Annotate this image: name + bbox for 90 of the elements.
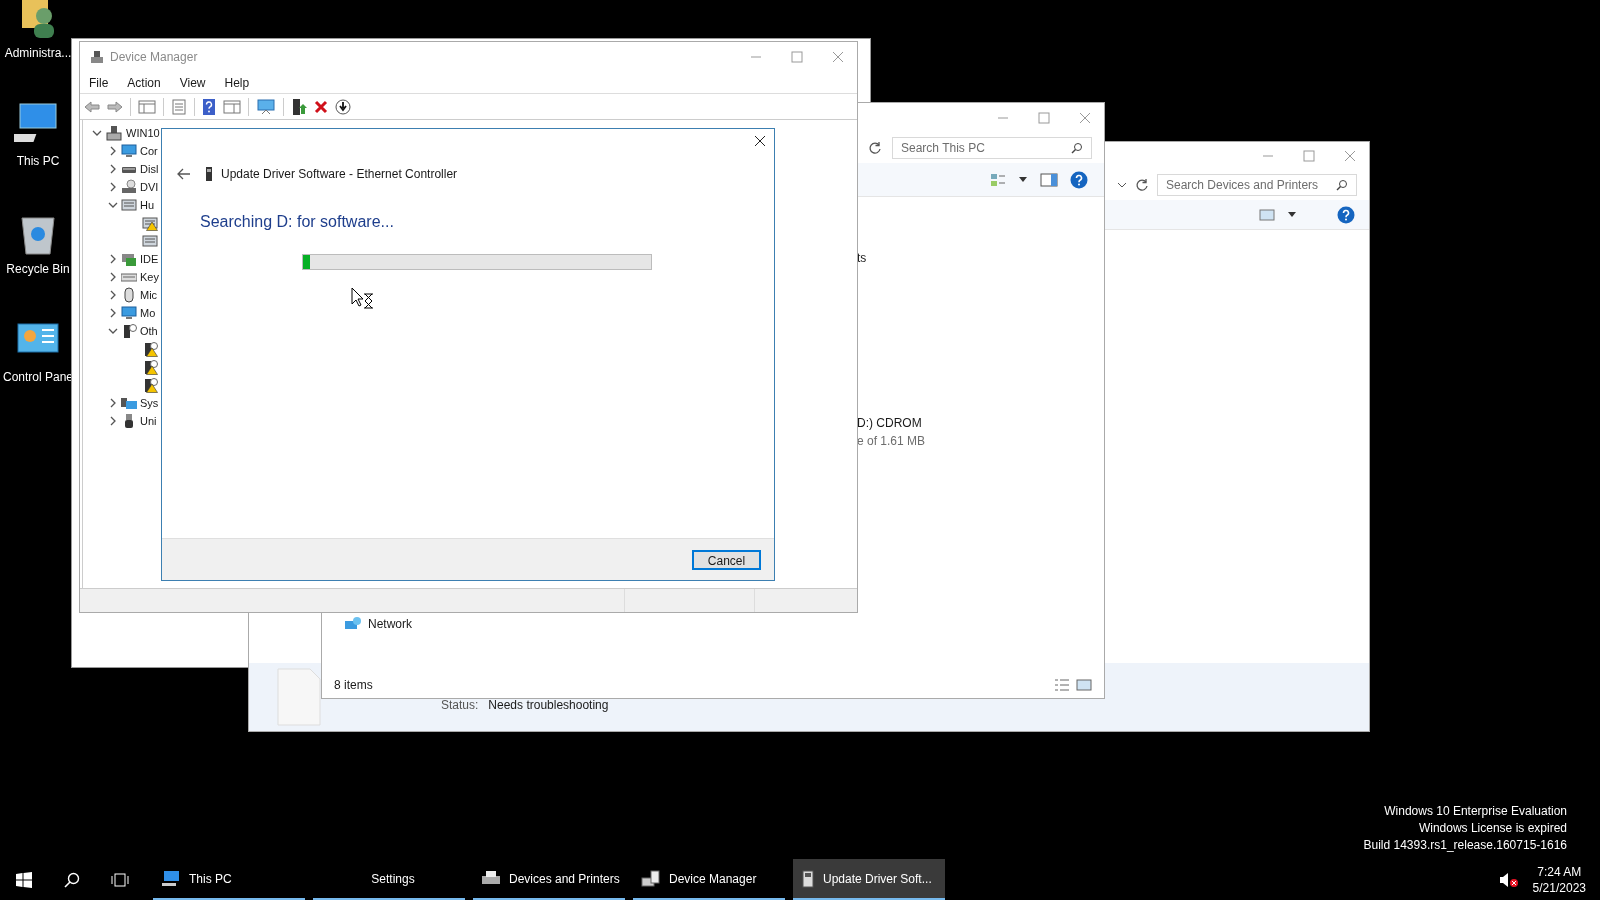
- status-value: Needs troubleshooting: [488, 697, 609, 714]
- tree-item[interactable]: Disl: [140, 160, 159, 178]
- tree-item[interactable]: Sys: [140, 394, 159, 412]
- search-icon: [1336, 179, 1348, 191]
- device-icon: [121, 323, 137, 339]
- help-icon[interactable]: [1337, 205, 1355, 224]
- muted-speaker-icon[interactable]: [1498, 871, 1519, 888]
- help-icon[interactable]: [1070, 170, 1088, 189]
- back-icon[interactable]: [84, 99, 100, 114]
- network-icon[interactable]: [344, 616, 362, 632]
- network-item[interactable]: Network: [368, 615, 412, 633]
- search-field[interactable]: Search Devices and Printers: [1157, 174, 1357, 196]
- system-notice: Windows License is expired: [1418, 820, 1567, 837]
- device-icon: [205, 167, 213, 181]
- menu-item[interactable]: File: [89, 73, 109, 92]
- computer-icon: [161, 869, 181, 888]
- system-notice: Windows 10 Enterprise Evaluation: [1384, 803, 1567, 820]
- update-driver-icon[interactable]: [291, 97, 307, 116]
- dropdown-icon[interactable]: [1018, 175, 1028, 184]
- taskbar-button[interactable]: Update Driver Soft...: [793, 859, 945, 900]
- dropdown-icon[interactable]: [1117, 180, 1127, 190]
- refresh-icon[interactable]: [1135, 178, 1149, 192]
- window-title: Device Manager: [110, 49, 198, 66]
- device-manager-icon: [90, 50, 104, 64]
- forward-icon[interactable]: [107, 99, 123, 114]
- collapsed-chevron-icon[interactable]: [108, 416, 118, 426]
- menu-item[interactable]: Help: [224, 73, 250, 92]
- device-icon: [121, 143, 137, 159]
- search-field[interactable]: Search This PC: [892, 137, 1092, 159]
- cancel-button[interactable]: Cancel: [692, 549, 761, 570]
- task-view-icon[interactable]: [111, 871, 129, 888]
- clock[interactable]: 7:24 AM 5/21/2023: [1518, 863, 1600, 896]
- collapsed-chevron-icon[interactable]: [108, 164, 118, 174]
- dropdown-icon[interactable]: [1287, 210, 1297, 219]
- collapsed-chevron-icon[interactable]: [108, 308, 118, 318]
- tree-item[interactable]: Mo: [140, 304, 156, 322]
- menu-item[interactable]: View: [179, 73, 206, 92]
- section-heading: ts: [857, 250, 867, 267]
- preview-pane-icon[interactable]: [1040, 172, 1058, 187]
- device-icon: [121, 179, 137, 195]
- back-arrow-icon[interactable]: [177, 168, 191, 180]
- tree-item[interactable]: Mic: [140, 286, 158, 304]
- device-icon: [121, 197, 137, 213]
- console-tree-icon[interactable]: [138, 99, 156, 114]
- action-pane-icon[interactable]: [223, 99, 241, 114]
- expanded-chevron-icon[interactable]: [108, 200, 118, 210]
- drive-name[interactable]: D:) CDROM: [857, 414, 926, 432]
- device-icon: [121, 395, 137, 411]
- collapsed-chevron-icon[interactable]: [108, 146, 118, 156]
- tree-item[interactable]: Cor: [140, 142, 158, 160]
- busy-cursor-icon: [351, 287, 375, 309]
- drive-space: e of 1.61 MB: [857, 433, 926, 450]
- search-icon[interactable]: [64, 871, 80, 888]
- close-icon[interactable]: [754, 135, 766, 147]
- tree-item[interactable]: IDE: [140, 250, 159, 268]
- expanded-chevron-icon[interactable]: [92, 128, 102, 138]
- tree-item[interactable]: WIN10: [126, 124, 160, 142]
- menu-item[interactable]: Action: [127, 73, 161, 92]
- download-icon[interactable]: [335, 98, 351, 115]
- help-icon[interactable]: [202, 97, 216, 116]
- device-icon: [121, 287, 137, 303]
- desktop-icon-label[interactable]: Recycle Bin: [6, 260, 70, 278]
- desktop-icon-label[interactable]: This PC: [16, 152, 60, 170]
- tree-item[interactable]: Oth: [140, 322, 158, 340]
- collapsed-chevron-icon[interactable]: [108, 290, 118, 300]
- dialog-heading: Searching D: for software...: [199, 212, 395, 232]
- collapsed-chevron-icon[interactable]: [108, 272, 118, 282]
- dialog-title: Update Driver Software - Ethernet Controller: [221, 166, 458, 183]
- system-notice: Build 14393.rs1_release.160715-1616: [1363, 837, 1567, 854]
- desktop-icon-label[interactable]: Administra...: [4, 44, 72, 62]
- collapsed-chevron-icon[interactable]: [108, 182, 118, 192]
- device-icon: [121, 251, 137, 267]
- device-icon: [801, 869, 815, 888]
- start-icon[interactable]: [16, 871, 32, 888]
- tree-item[interactable]: Hu: [140, 196, 155, 214]
- computer-icon: [106, 125, 122, 141]
- device-manager-icon: [641, 869, 661, 888]
- tree-item[interactable]: DVI: [140, 178, 159, 196]
- search-icon: [1071, 142, 1083, 154]
- status-bar-text: 8 items: [334, 677, 373, 694]
- refresh-icon[interactable]: [868, 141, 882, 155]
- monitor-icon[interactable]: [256, 98, 276, 115]
- tree-item[interactable]: Uni: [140, 412, 157, 430]
- uninstall-icon[interactable]: [314, 99, 328, 114]
- collapsed-chevron-icon[interactable]: [108, 254, 118, 264]
- device-icon: [121, 305, 137, 321]
- status-label: Status:: [441, 697, 479, 714]
- expanded-chevron-icon[interactable]: [108, 326, 118, 336]
- tree-item[interactable]: Key: [140, 268, 159, 286]
- collapsed-chevron-icon[interactable]: [108, 398, 118, 408]
